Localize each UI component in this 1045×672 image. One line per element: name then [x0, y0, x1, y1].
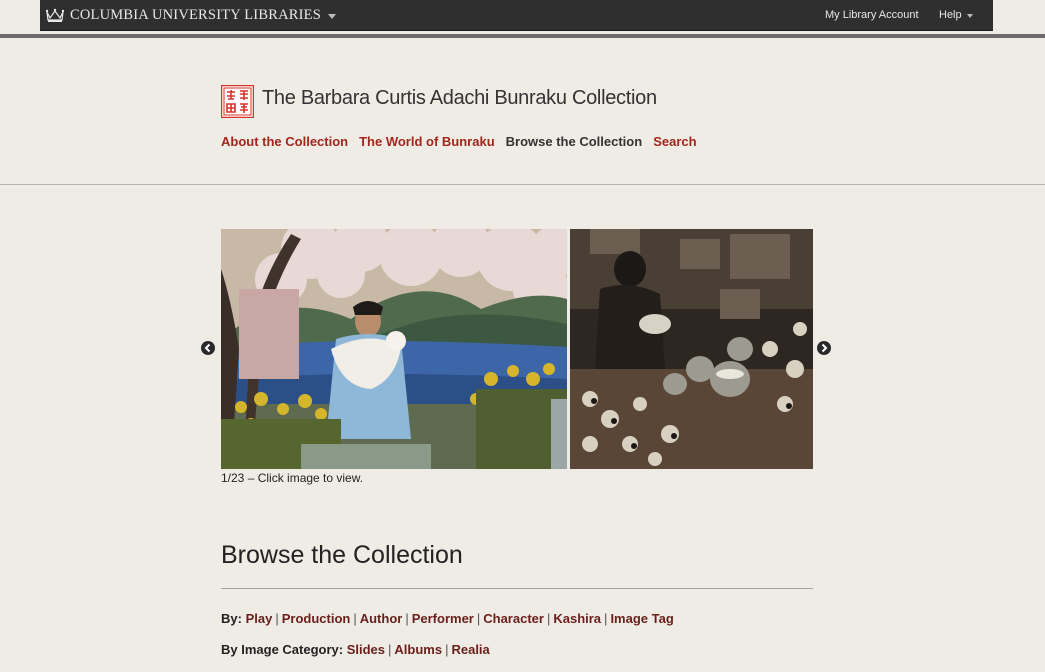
libraries-menu-toggle[interactable]: COLUMBIA UNIVERSITY LIBRARIES — [46, 0, 336, 30]
browse-author-link[interactable]: Author — [360, 611, 403, 626]
browse-play-link[interactable]: Play — [246, 611, 273, 626]
carousel-slide-puppeteer-stage[interactable] — [221, 229, 567, 469]
chevron-right-icon — [821, 343, 828, 353]
my-library-account-link[interactable]: My Library Account — [825, 0, 919, 30]
nav-browse-collection[interactable]: Browse the Collection — [506, 134, 643, 149]
site-title[interactable]: The Barbara Curtis Adachi Bunraku Collec… — [262, 87, 657, 110]
crown-icon — [46, 8, 64, 22]
workshop-photo — [570, 229, 813, 469]
stage-photo — [221, 229, 567, 469]
carousel-caption: 1/23 – Click image to view. — [221, 471, 364, 485]
separator: | — [353, 611, 357, 626]
chevron-down-icon — [327, 13, 336, 19]
browse-character-link[interactable]: Character — [483, 611, 544, 626]
global-header: COLUMBIA UNIVERSITY LIBRARIES My Library… — [0, 0, 1045, 34]
separator: | — [405, 611, 409, 626]
libraries-brand-label: COLUMBIA UNIVERSITY LIBRARIES — [70, 6, 321, 23]
separator: | — [476, 611, 481, 626]
chevron-left-icon — [204, 343, 211, 353]
browse-slides-link[interactable]: Slides — [347, 642, 385, 657]
browse-production-link[interactable]: Production — [282, 611, 351, 626]
header-divider — [0, 184, 1045, 185]
browse-realia-link[interactable]: Realia — [451, 642, 489, 657]
browse-performer-link[interactable]: Performer — [412, 611, 474, 626]
browse-category-label: By Image Category: — [221, 642, 344, 657]
library-toolbar: COLUMBIA UNIVERSITY LIBRARIES My Library… — [40, 0, 993, 31]
my-library-account-label: My Library Account — [825, 9, 919, 21]
seal-logo[interactable] — [221, 85, 254, 118]
carousel-prev-button[interactable] — [201, 341, 215, 355]
browse-category-row: By Image Category: Slides | Albums | Realia — [221, 642, 490, 657]
separator: | — [546, 611, 551, 626]
help-menu-toggle[interactable]: Help — [939, 0, 973, 30]
toolbar-divider — [0, 34, 1045, 38]
browse-kashira-link[interactable]: Kashira — [553, 611, 601, 626]
carousel-slide-puppet-workshop[interactable] — [570, 229, 813, 469]
browse-image-tag-link[interactable]: Image Tag — [610, 611, 673, 626]
separator: | — [275, 611, 279, 626]
carousel-next-button[interactable] — [817, 341, 831, 355]
nav-search[interactable]: Search — [653, 134, 696, 149]
nav-world-of-bunraku[interactable]: The World of Bunraku — [359, 134, 495, 149]
nav-about-collection[interactable]: About the Collection — [221, 134, 348, 149]
chevron-down-icon — [966, 14, 973, 18]
help-label: Help — [939, 9, 962, 21]
browse-albums-link[interactable]: Albums — [394, 642, 442, 657]
separator: | — [388, 642, 392, 657]
browse-by-label: By: — [221, 611, 242, 626]
browse-by-row: By: Play | Production | Author | Performer | Cha… — [221, 611, 674, 626]
section-title: Browse the Collection — [221, 541, 463, 569]
section-divider — [221, 588, 813, 589]
main-navigation: About the Collection The World of Bunrak… — [221, 134, 708, 149]
